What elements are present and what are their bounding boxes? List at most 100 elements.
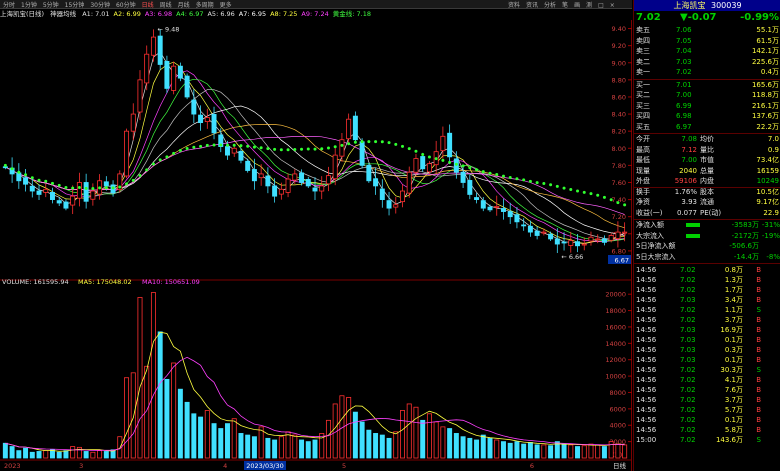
candle — [366, 162, 372, 183]
volume-legend-item: MA10: 150651.09 — [142, 278, 200, 286]
volume-ma-line-1 — [5, 356, 625, 451]
candle — [514, 206, 520, 229]
volume-bar — [90, 451, 96, 459]
golden-line-dot — [151, 162, 155, 166]
quote-row: 净资 3.93 流通 9.17亿 — [634, 197, 780, 208]
tick-price: 7.02 — [680, 306, 696, 314]
golden-line-dot — [353, 140, 357, 144]
candle-body — [339, 139, 345, 157]
toolbar-button-0[interactable]: 资料 — [505, 2, 523, 8]
tick-time: 14:56 — [636, 426, 657, 434]
candle-body — [238, 150, 244, 161]
candle-body — [534, 230, 540, 236]
flow-pct: -31% — [761, 221, 780, 229]
stat-value: 7.00 — [681, 156, 697, 164]
period-tab-6[interactable]: 日线 — [139, 2, 157, 8]
volume-bar — [191, 413, 197, 459]
period-tab-10[interactable]: 更多 — [217, 2, 235, 8]
tick-row: 14:56 7.02 1.1万 S — [634, 305, 780, 315]
period-tab-7[interactable]: 周线 — [157, 2, 175, 8]
stat-value: 16159 — [756, 166, 779, 175]
golden-line-dot — [77, 185, 81, 189]
volume-bar — [272, 439, 278, 459]
period-tab-4[interactable]: 30分钟 — [87, 2, 113, 8]
volume-bar — [29, 451, 35, 459]
stat-value: 9.17亿 — [756, 198, 779, 206]
volume-bar — [413, 406, 419, 459]
candle-body — [299, 172, 305, 183]
flow-bar — [686, 223, 700, 227]
candle-body — [56, 200, 62, 204]
candle-body — [352, 115, 358, 141]
tick-time: 14:56 — [636, 286, 657, 294]
date-label: 4 — [223, 462, 227, 470]
candle-body — [272, 185, 278, 197]
candle — [319, 176, 325, 200]
golden-line-dot — [414, 149, 418, 153]
toolbar-button-5[interactable]: 测 — [583, 2, 595, 8]
stat-value: 59106 — [674, 177, 697, 185]
toolbar-button-3[interactable]: 笔 — [559, 2, 571, 8]
stat-key: PE(动) — [700, 208, 722, 217]
candle — [601, 235, 607, 246]
golden-line-dot — [387, 141, 391, 145]
toolbar-button-4[interactable]: 画 — [571, 2, 583, 8]
period-tab-9[interactable]: 多周期 — [193, 2, 217, 8]
candle-body — [601, 238, 607, 243]
candle-body — [278, 188, 284, 195]
golden-line-dot — [481, 170, 485, 174]
toolbar-button-1[interactable]: 资讯 — [523, 2, 541, 8]
indicator-name[interactable]: 神器均线 — [50, 10, 76, 18]
bid-volume: 165.6万 — [751, 80, 779, 89]
ma-legend-item: A3: 6.98 — [144, 10, 173, 18]
stat-value: 2040 — [679, 166, 697, 175]
candle — [527, 220, 533, 237]
period-tab-8[interactable]: 月线 — [175, 2, 193, 8]
volume-tick-label: 4000 — [609, 422, 626, 430]
quote-row: 最高 7.12 量比 0.9 — [634, 145, 780, 156]
volume-bar — [447, 428, 453, 459]
tick-row: 14:56 7.02 1.3万 B — [634, 275, 780, 285]
candle-body — [164, 60, 170, 89]
candle-body — [426, 163, 432, 173]
toolbar-button-6[interactable]: □ — [595, 2, 607, 8]
volume-bar — [527, 442, 533, 459]
stat-value: 0.9 — [767, 145, 779, 154]
golden-line-dot — [293, 147, 297, 151]
golden-line-dot — [225, 143, 229, 147]
quote-row: 5日大宗流入 -14.4万 -8% — [634, 252, 780, 263]
candle-body — [63, 201, 69, 209]
period-tab-0[interactable]: 分时 — [0, 2, 18, 8]
stat-value: 1.76% — [674, 187, 697, 196]
stat-key: 总量 — [700, 166, 714, 175]
toolbar-button-2[interactable]: 分析 — [541, 2, 559, 8]
ma-legend-item: A5: 6.96 — [207, 10, 235, 18]
tick-volume: 0.1万 — [724, 336, 743, 344]
tick-volume: 0.1万 — [724, 416, 743, 424]
tick-side: B — [756, 316, 761, 324]
price-tick-label: 6.80 — [612, 247, 626, 255]
tick-volume: 1.3万 — [724, 276, 743, 284]
candle-body — [225, 146, 230, 156]
period-tab-3[interactable]: 15分钟 — [62, 2, 88, 8]
period-tab-1[interactable]: 1分钟 — [18, 2, 40, 8]
period-tab-2[interactable]: 5分钟 — [40, 2, 62, 8]
bid-label: 买四 — [636, 112, 650, 120]
volume-bar — [588, 443, 594, 459]
volume-bar — [548, 445, 554, 459]
volume-bar — [325, 419, 331, 459]
ma-line-5 — [5, 105, 625, 236]
flow-label: 5日净流入额 — [636, 242, 676, 250]
ticks-divider — [634, 263, 780, 264]
toolbar-button-7[interactable]: × — [607, 2, 618, 8]
flow-value: -2172万 — [731, 231, 759, 240]
kline-chart[interactable]: 9.40 9.20 9.00 8.80 8.60 8.40 8.20 8.00 7.80 7.60… — [0, 0, 632, 471]
golden-line-dot — [522, 178, 526, 182]
volume-bar — [9, 446, 15, 459]
quote-row: 卖三 7.04 142.1万 — [634, 46, 780, 57]
candle — [346, 113, 352, 144]
candle-body — [413, 158, 419, 173]
period-tab-5[interactable]: 60分钟 — [113, 2, 139, 8]
tick-row: 14:56 7.02 5.8万 B — [634, 425, 780, 435]
volume-bar — [265, 437, 271, 459]
